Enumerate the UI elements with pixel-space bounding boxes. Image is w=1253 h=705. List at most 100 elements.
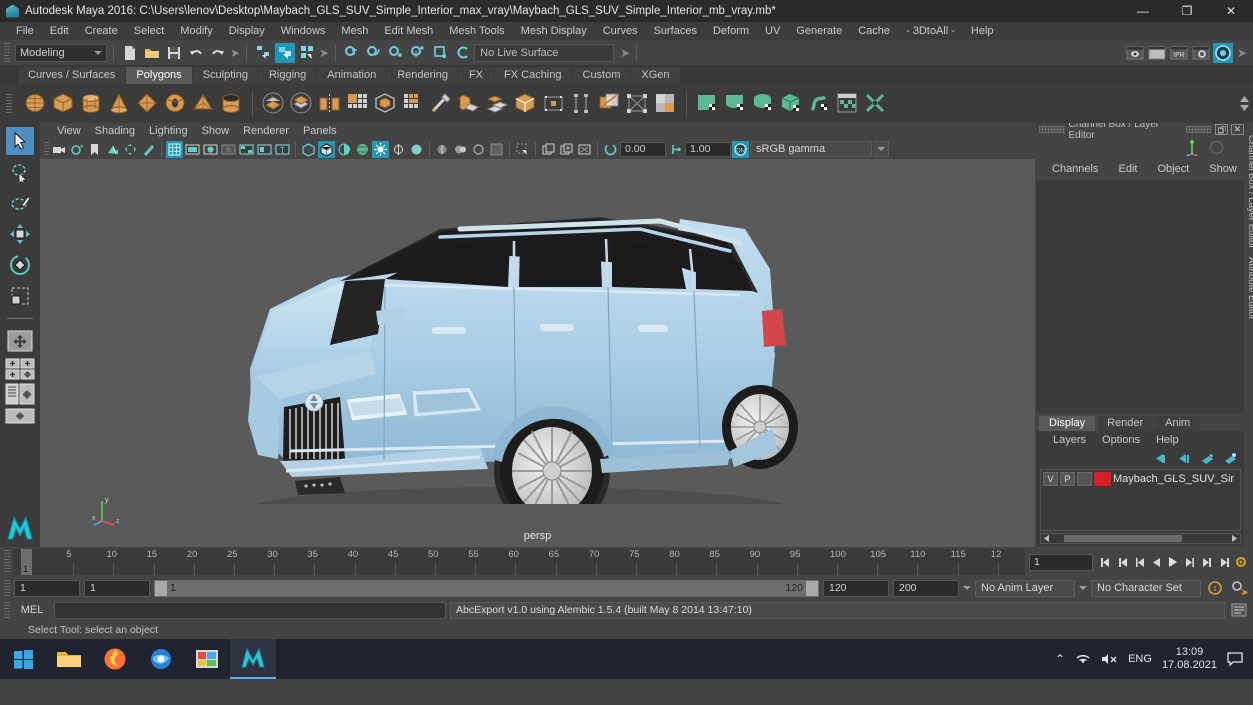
exposure-field[interactable]: 0.00 [620, 141, 666, 157]
select-tool[interactable] [6, 127, 34, 155]
side-tab-channel-box[interactable]: Channel Box / Layer Editor [1246, 135, 1253, 249]
scrollbar-thumb[interactable] [1064, 535, 1182, 542]
shadows-toggle-icon[interactable] [390, 141, 407, 158]
render-settings-button[interactable] [1191, 43, 1211, 63]
texture-display-icon[interactable] [354, 141, 371, 158]
step-forward-frame-button[interactable] [1182, 553, 1198, 571]
menu-deform[interactable]: Deform [705, 22, 757, 40]
snapshot-icon[interactable] [540, 141, 557, 158]
new-scene-button[interactable] [120, 43, 140, 63]
maximize-button[interactable]: ❐ [1165, 0, 1209, 22]
menu-3dtoall[interactable]: - 3DtoAll - [898, 22, 963, 40]
four-view-layout-button[interactable] [5, 358, 35, 380]
menu-create[interactable]: Create [77, 22, 126, 40]
playblast-icon[interactable] [558, 141, 575, 158]
panel-grip-2[interactable] [1185, 126, 1212, 133]
lattice-deform-icon[interactable] [625, 91, 650, 116]
menu-mesh-tools[interactable]: Mesh Tools [441, 22, 512, 40]
anim-layer-selector[interactable]: No Anim Layer [975, 579, 1075, 597]
snap-to-projected-center-button[interactable] [408, 43, 428, 63]
channel-box-list[interactable] [1037, 180, 1244, 413]
anti-alias-icon[interactable] [470, 141, 487, 158]
last-tool-used-button[interactable] [6, 327, 34, 355]
viewport-menu-view[interactable]: View [50, 125, 88, 137]
depth-of-field-icon[interactable] [452, 141, 469, 158]
undo-button[interactable] [186, 43, 206, 63]
outliner-persp-layout-button[interactable] [5, 383, 35, 405]
status-line-grip[interactable] [4, 43, 10, 62]
single-persp-layout-button[interactable] [5, 408, 35, 424]
shelf-tab-rigging[interactable]: Rigging [258, 67, 317, 84]
layer-tab-anim[interactable]: Anim [1155, 416, 1201, 431]
close-button[interactable]: ✕ [1209, 0, 1253, 22]
command-line-grip[interactable] [4, 601, 10, 619]
panel-grip[interactable] [1039, 126, 1065, 133]
menu-set-selector[interactable]: Modeling [15, 43, 107, 62]
play-forwards-button[interactable] [1165, 553, 1181, 571]
color-profile-dropdown-arrow[interactable] [873, 141, 889, 157]
exposure-reset-icon[interactable] [602, 141, 619, 158]
display-layer-list[interactable]: V P Maybach_GLS_SUV_Sir [1040, 469, 1241, 531]
character-set-selector[interactable]: No Character Set [1091, 579, 1201, 597]
undock-panel-button[interactable] [1215, 124, 1228, 135]
channel-box-menu-channels[interactable]: Channels [1043, 163, 1107, 175]
save-scene-button[interactable] [164, 43, 184, 63]
grid-toggle-icon[interactable] [166, 140, 183, 158]
layer-tab-display[interactable]: Display [1039, 416, 1096, 431]
menu-curves[interactable]: Curves [595, 22, 646, 40]
uv-editor-icon[interactable] [835, 91, 860, 116]
shelf-tab-curves-surfaces[interactable]: Curves / Surfaces [18, 67, 126, 84]
auto-keyframe-button[interactable]: 1 [1205, 580, 1225, 597]
shelf-tab-polygons[interactable]: Polygons [126, 67, 192, 84]
viewport-menu-renderer[interactable]: Renderer [236, 125, 296, 137]
make-live-button[interactable] [452, 43, 472, 63]
scale-tool[interactable] [6, 282, 34, 310]
snap-to-point-button[interactable] [386, 43, 406, 63]
animation-preferences-button[interactable] [1233, 553, 1249, 571]
menu-generate[interactable]: Generate [788, 22, 850, 40]
time-slider[interactable]: 1 5 10 15 20 25 30 35 40 45 50 55 60 65 70 75 80 85 90 95 1… [13, 549, 1025, 575]
collapse-arrow-icon[interactable]: ➤ [230, 46, 240, 60]
menu-edit[interactable]: Edit [42, 22, 77, 40]
wireframe-shading-icon[interactable] [300, 141, 317, 158]
layer-visibility-toggle[interactable]: V [1043, 472, 1058, 486]
shaded-wireframe-icon[interactable] [336, 141, 353, 158]
snap-to-view-plane-button[interactable] [430, 43, 450, 63]
snap-to-curve-button[interactable] [364, 43, 384, 63]
polygon-cube-icon[interactable] [51, 91, 76, 116]
current-frame-field[interactable]: 1 [1029, 553, 1093, 571]
menu-mesh[interactable]: Mesh [333, 22, 376, 40]
image-plane-icon[interactable] [104, 141, 121, 158]
table-row[interactable]: V P Maybach_GLS_SUV_Sir [1041, 470, 1240, 488]
motion-blur-icon[interactable] [434, 141, 451, 158]
shelf-scroll-arrows[interactable] [1239, 96, 1253, 111]
polygon-pipe-icon[interactable] [219, 91, 244, 116]
play-backwards-button[interactable] [1148, 553, 1164, 571]
menu-modify[interactable]: Modify [172, 22, 220, 40]
menu-windows[interactable]: Windows [273, 22, 334, 40]
volume-muted-icon[interactable] [1101, 652, 1118, 666]
shelf-tab-rendering[interactable]: Rendering [387, 67, 458, 84]
channel-box-menu-show[interactable]: Show [1200, 163, 1246, 175]
time-slider-grip[interactable] [4, 550, 10, 574]
minimize-button[interactable]: — [1121, 0, 1165, 22]
uv-planar-map-icon[interactable] [695, 91, 720, 116]
command-input-field[interactable] [54, 601, 446, 619]
polygon-torus-icon[interactable] [163, 91, 188, 116]
hypershade-button[interactable] [1212, 42, 1233, 63]
bookmark-icon[interactable] [86, 141, 103, 158]
viewport-toolbar-grip[interactable] [44, 142, 49, 156]
render-sequence-button[interactable] [1147, 43, 1167, 63]
color-management-icon[interactable]: ON [732, 140, 749, 158]
wifi-icon[interactable] [1075, 652, 1091, 666]
close-panel-button[interactable]: ✕ [1231, 124, 1244, 135]
layer-color-swatch[interactable] [1094, 472, 1111, 486]
step-back-keyframe-button[interactable] [1114, 553, 1130, 571]
taskbar-file-explorer-icon[interactable] [46, 639, 92, 679]
animation-preferences-gear-button[interactable] [1229, 580, 1249, 597]
smooth-mesh-icon[interactable] [345, 91, 370, 116]
gamma-field[interactable]: 1.00 [685, 141, 731, 157]
layer-list-horizontal-scrollbar[interactable] [1040, 533, 1241, 544]
select-hierarchy-button[interactable] [253, 43, 273, 63]
uv-cylindrical-map-icon[interactable] [723, 91, 748, 116]
